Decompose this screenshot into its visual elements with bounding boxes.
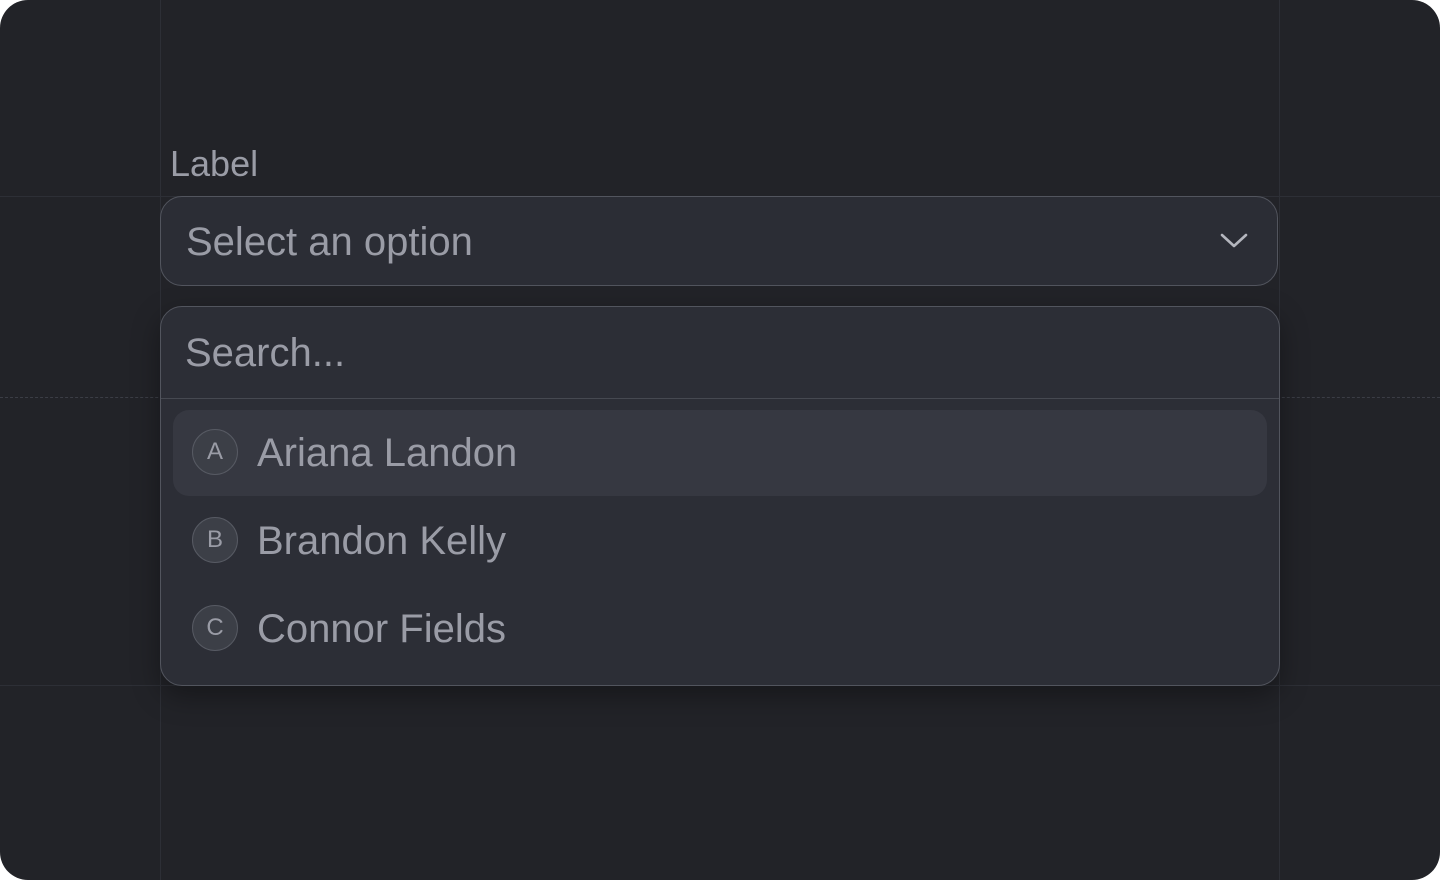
option-label: Ariana Landon <box>257 431 518 475</box>
search-row <box>161 307 1279 399</box>
avatar: B <box>192 517 238 563</box>
chevron-down-icon <box>1220 233 1248 248</box>
option-connor-fields[interactable]: C Connor Fields <box>173 586 1267 672</box>
select-trigger[interactable]: Select an option <box>160 196 1278 286</box>
search-input[interactable] <box>185 323 1245 383</box>
select-placeholder: Select an option <box>186 220 473 264</box>
option-label: Connor Fields <box>257 607 507 651</box>
option-label: Brandon Kelly <box>257 519 507 563</box>
option-brandon-kelly[interactable]: B Brandon Kelly <box>173 498 1267 584</box>
avatar: C <box>192 605 238 651</box>
field-label: Label <box>170 143 259 184</box>
app-frame: Label Select an option A Ariana Landon B… <box>0 0 1440 880</box>
option-ariana-landon[interactable]: A Ariana Landon <box>173 410 1267 496</box>
avatar: A <box>192 429 238 475</box>
dropdown-panel: A Ariana Landon B Brandon Kelly C Connor… <box>160 306 1280 686</box>
